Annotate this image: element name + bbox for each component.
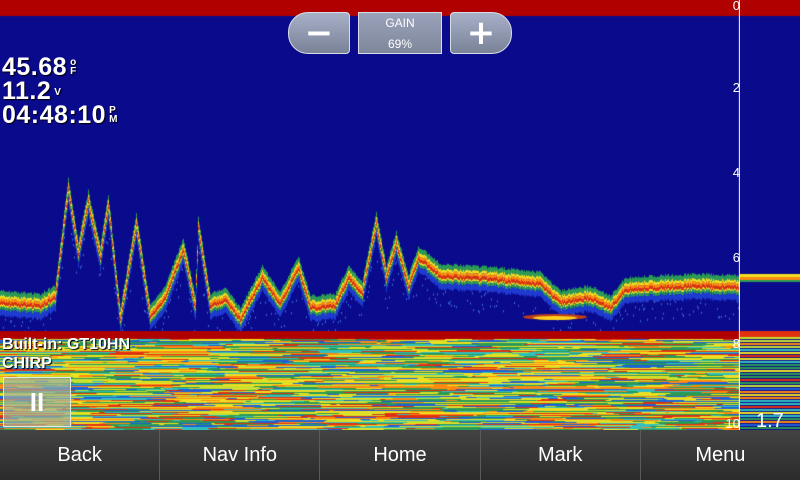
depth-tick-8: 8 <box>732 336 740 351</box>
gain-label: GAIN <box>385 16 415 30</box>
transducer-info: Built-in: GT10HN CHIRP <box>2 335 130 373</box>
time-readout: 04:48:10 P M <box>2 101 118 129</box>
gain-decrease-button[interactable]: − <box>288 12 350 54</box>
temperature-value: 45.68 <box>2 53 68 81</box>
menu-button[interactable]: Menu <box>639 430 800 480</box>
gain-increase-button[interactable]: + <box>450 12 512 54</box>
data-readouts: 45.68 o F 11.2 V 04:48:10 P M <box>2 53 118 129</box>
pause-button[interactable]: II <box>3 377 71 427</box>
back-button[interactable]: Back <box>0 430 159 480</box>
minus-icon: − <box>304 13 334 53</box>
pm-m: M <box>109 114 118 125</box>
plus-icon: + <box>466 13 496 53</box>
temperature-readout: 45.68 o F <box>2 53 117 81</box>
mark-button[interactable]: Mark <box>479 430 640 480</box>
depth-tick-4: 4 <box>732 165 740 180</box>
bottom-nav: Back Nav Info Home Mark Menu <box>0 430 800 480</box>
time-value: 04:48:10 <box>2 101 107 129</box>
pause-icon: II <box>29 386 45 417</box>
transducer-name: Built-in: GT10HN <box>2 336 130 353</box>
depth-tick-2: 2 <box>732 80 740 95</box>
flasher-strip <box>740 0 800 430</box>
home-button[interactable]: Home <box>319 430 479 480</box>
sonar-mode: CHIRP <box>2 355 52 372</box>
temperature-unit: o F <box>70 58 77 77</box>
gain-control: − GAIN 69% + <box>288 12 512 54</box>
voltage-unit: V <box>54 87 61 98</box>
time-unit: P M <box>109 106 118 125</box>
voltage-readout: 11.2 V <box>2 77 117 105</box>
depth-tick-6: 6 <box>732 250 740 265</box>
voltage-value: 11.2 <box>2 77 52 105</box>
depth-tick-0: 0 <box>732 0 740 13</box>
sonar-screen: 0 2 4 6 8 10 1.7 − GAIN 69% + 45.68 o F … <box>0 0 800 480</box>
fahrenheit-symbol: F <box>70 66 77 77</box>
gain-value: 69% <box>387 37 413 51</box>
gain-display[interactable]: GAIN 69% <box>358 12 442 54</box>
depth-tick-10: 10 <box>725 416 740 431</box>
nav-info-button[interactable]: Nav Info <box>159 430 319 480</box>
